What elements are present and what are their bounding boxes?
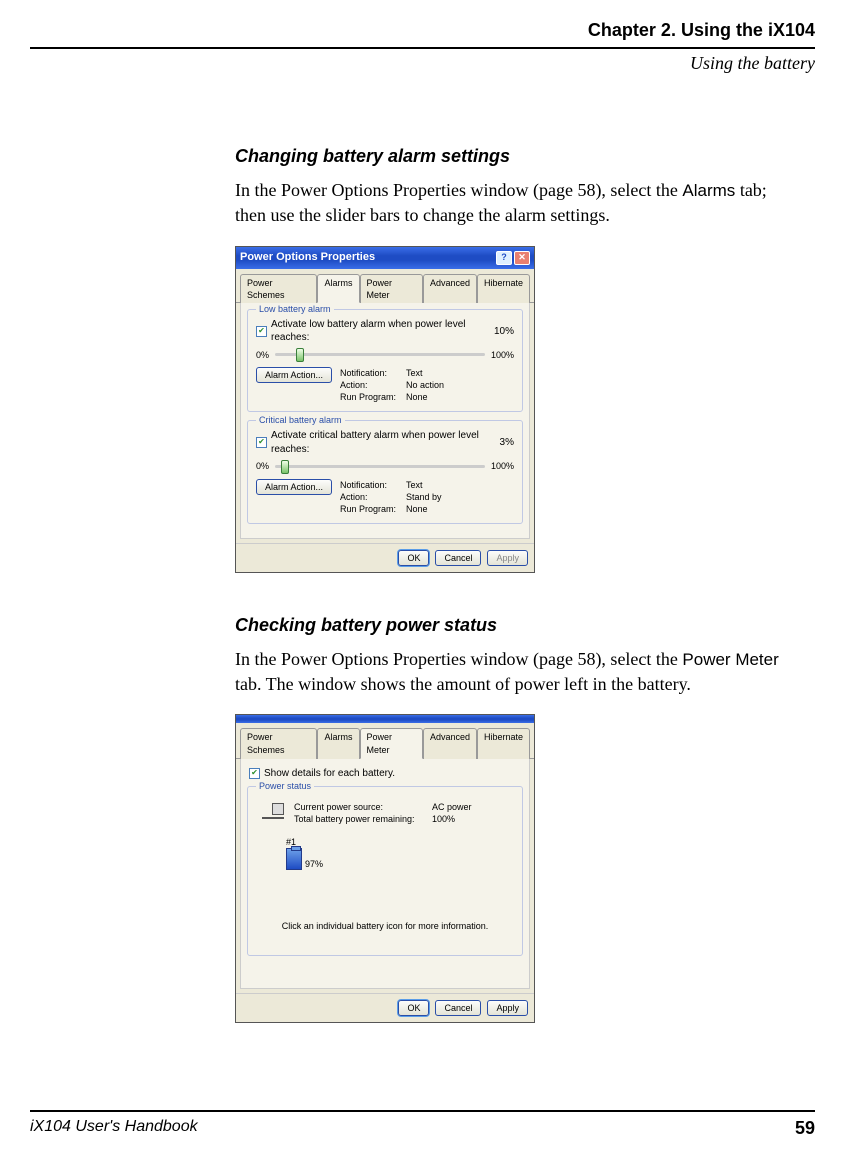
section2-paragraph: In the Power Options Properties window (… xyxy=(235,647,785,696)
slider-min: 0% xyxy=(256,349,269,361)
section-subtitle: Using the battery xyxy=(0,53,845,74)
critical-alarm-action-button[interactable]: Alarm Action... xyxy=(256,479,332,495)
label-action-2: Action: xyxy=(340,491,400,503)
value-action-2: Stand by xyxy=(406,491,466,503)
window-title: Power Options Properties xyxy=(240,250,375,265)
show-details-label: Show details for each battery. xyxy=(264,767,395,781)
section-heading-status: Checking battery power status xyxy=(235,613,785,637)
titlebar[interactable]: Power Options Properties ? ✕ xyxy=(236,247,534,269)
label-runprogram: Run Program: xyxy=(340,391,400,403)
battery-id-label: #1 xyxy=(286,836,514,848)
plug-icon xyxy=(262,801,284,819)
tab-alarms[interactable]: Alarms xyxy=(317,274,359,303)
cancel-button-2[interactable]: Cancel xyxy=(435,1000,481,1016)
tab-hibernate[interactable]: Hibernate xyxy=(477,274,530,303)
label-action: Action: xyxy=(340,379,400,391)
power-status-legend: Power status xyxy=(256,780,314,792)
tab-strip: Power Schemes Alarms Power Meter Advance… xyxy=(236,269,534,303)
source-value: AC power xyxy=(432,801,472,813)
section1-paragraph: In the Power Options Properties window (… xyxy=(235,178,785,227)
p1-pre: In the Power Options Properties window (… xyxy=(235,180,682,200)
section-heading-alarm: Changing battery alarm settings xyxy=(235,144,785,168)
apply-button[interactable]: Apply xyxy=(487,550,528,566)
low-battery-slider[interactable] xyxy=(275,353,485,356)
value-runprogram-2: None xyxy=(406,503,466,515)
tab-hibernate-2[interactable]: Hibernate xyxy=(477,728,530,758)
power-meter-panel: ✔ Show details for each battery. Power s… xyxy=(240,759,530,989)
main-content: Changing battery alarm settings In the P… xyxy=(235,144,785,1023)
source-label: Current power source: xyxy=(294,801,424,813)
low-battery-group: Low battery alarm ✔ Activate low battery… xyxy=(247,309,523,413)
ok-button-2[interactable]: OK xyxy=(398,1000,429,1016)
p2-bold: Power Meter xyxy=(682,650,778,669)
dialog-button-bar-2: OK Cancel Apply xyxy=(236,993,534,1022)
label-notification-2: Notification: xyxy=(340,479,400,491)
low-battery-value: 10% xyxy=(494,325,514,339)
battery-icon[interactable] xyxy=(286,848,302,870)
remaining-value: 100% xyxy=(432,813,472,825)
power-options-dialog-powermeter: Power Schemes Alarms Power Meter Advance… xyxy=(235,714,535,1022)
titlebar-cropped xyxy=(236,715,534,723)
critical-battery-value: 3% xyxy=(500,436,514,450)
critical-alarm-details: Notification: Text Action: Stand by Run … xyxy=(340,479,466,515)
low-alarm-details: Notification: Text Action: No action Run… xyxy=(340,367,466,403)
ok-button[interactable]: OK xyxy=(398,550,429,566)
value-notification: Text xyxy=(406,367,466,379)
footer-doc-title: iX104 User's Handbook xyxy=(30,1118,198,1139)
slider-max-2: 100% xyxy=(491,460,514,472)
power-options-dialog-alarms: Power Options Properties ? ✕ Power Schem… xyxy=(235,246,535,573)
remaining-label: Total battery power remaining: xyxy=(294,813,424,825)
header-rule xyxy=(30,47,815,49)
show-details-checkbox[interactable]: ✔ xyxy=(249,768,260,779)
tab-power-schemes[interactable]: Power Schemes xyxy=(240,274,317,303)
p2-pre: In the Power Options Properties window (… xyxy=(235,649,682,669)
critical-battery-group: Critical battery alarm ✔ Activate critic… xyxy=(247,420,523,524)
label-notification: Notification: xyxy=(340,367,400,379)
tab-advanced-2[interactable]: Advanced xyxy=(423,728,477,758)
critical-battery-checkbox[interactable]: ✔ xyxy=(256,437,267,448)
chapter-title: Chapter 2. Using the iX104 xyxy=(30,20,815,41)
low-battery-slider-row: 0% 100% xyxy=(256,349,514,361)
low-alarm-action-button[interactable]: Alarm Action... xyxy=(256,367,332,383)
tab-power-meter[interactable]: Power Meter xyxy=(360,274,423,303)
slider-min-2: 0% xyxy=(256,460,269,472)
slider-thumb-icon[interactable] xyxy=(296,348,304,362)
cancel-button[interactable]: Cancel xyxy=(435,550,481,566)
label-runprogram-2: Run Program: xyxy=(340,503,400,515)
close-icon[interactable]: ✕ xyxy=(514,251,530,265)
power-status-group: Power status Current power source: AC po… xyxy=(247,786,523,956)
p2-post: tab. The window shows the amount of powe… xyxy=(235,674,691,694)
tab-strip-2: Power Schemes Alarms Power Meter Advance… xyxy=(236,723,534,758)
page-footer: iX104 User's Handbook 59 xyxy=(30,1110,815,1139)
footer-page-number: 59 xyxy=(795,1118,815,1139)
slider-thumb-icon-2[interactable] xyxy=(281,460,289,474)
battery-entry[interactable]: 97% xyxy=(286,848,514,870)
help-icon[interactable]: ? xyxy=(496,251,512,265)
critical-battery-checkbox-label: Activate critical battery alarm when pow… xyxy=(271,429,496,456)
low-battery-checkbox-label: Activate low battery alarm when power le… xyxy=(271,318,490,345)
value-runprogram: None xyxy=(406,391,466,403)
alarms-panel: Low battery alarm ✔ Activate low battery… xyxy=(240,303,530,539)
low-battery-checkbox[interactable]: ✔ xyxy=(256,326,267,337)
critical-battery-legend: Critical battery alarm xyxy=(256,414,345,426)
value-notification-2: Text xyxy=(406,479,466,491)
tab-power-schemes-2[interactable]: Power Schemes xyxy=(240,728,317,758)
low-battery-legend: Low battery alarm xyxy=(256,303,334,315)
p1-bold: Alarms xyxy=(682,181,735,200)
page-header: Chapter 2. Using the iX104 xyxy=(0,0,845,47)
critical-battery-slider[interactable] xyxy=(275,465,485,468)
slider-max: 100% xyxy=(491,349,514,361)
tab-advanced[interactable]: Advanced xyxy=(423,274,477,303)
value-action: No action xyxy=(406,379,466,391)
tab-power-meter-2[interactable]: Power Meter xyxy=(360,728,423,758)
tab-alarms-2[interactable]: Alarms xyxy=(317,728,359,758)
apply-button-2[interactable]: Apply xyxy=(487,1000,528,1016)
battery-percent: 97% xyxy=(305,858,323,870)
dialog-button-bar: OK Cancel Apply xyxy=(236,543,534,572)
critical-battery-slider-row: 0% 100% xyxy=(256,460,514,472)
power-meter-help-text: Click an individual battery icon for mor… xyxy=(256,920,514,932)
